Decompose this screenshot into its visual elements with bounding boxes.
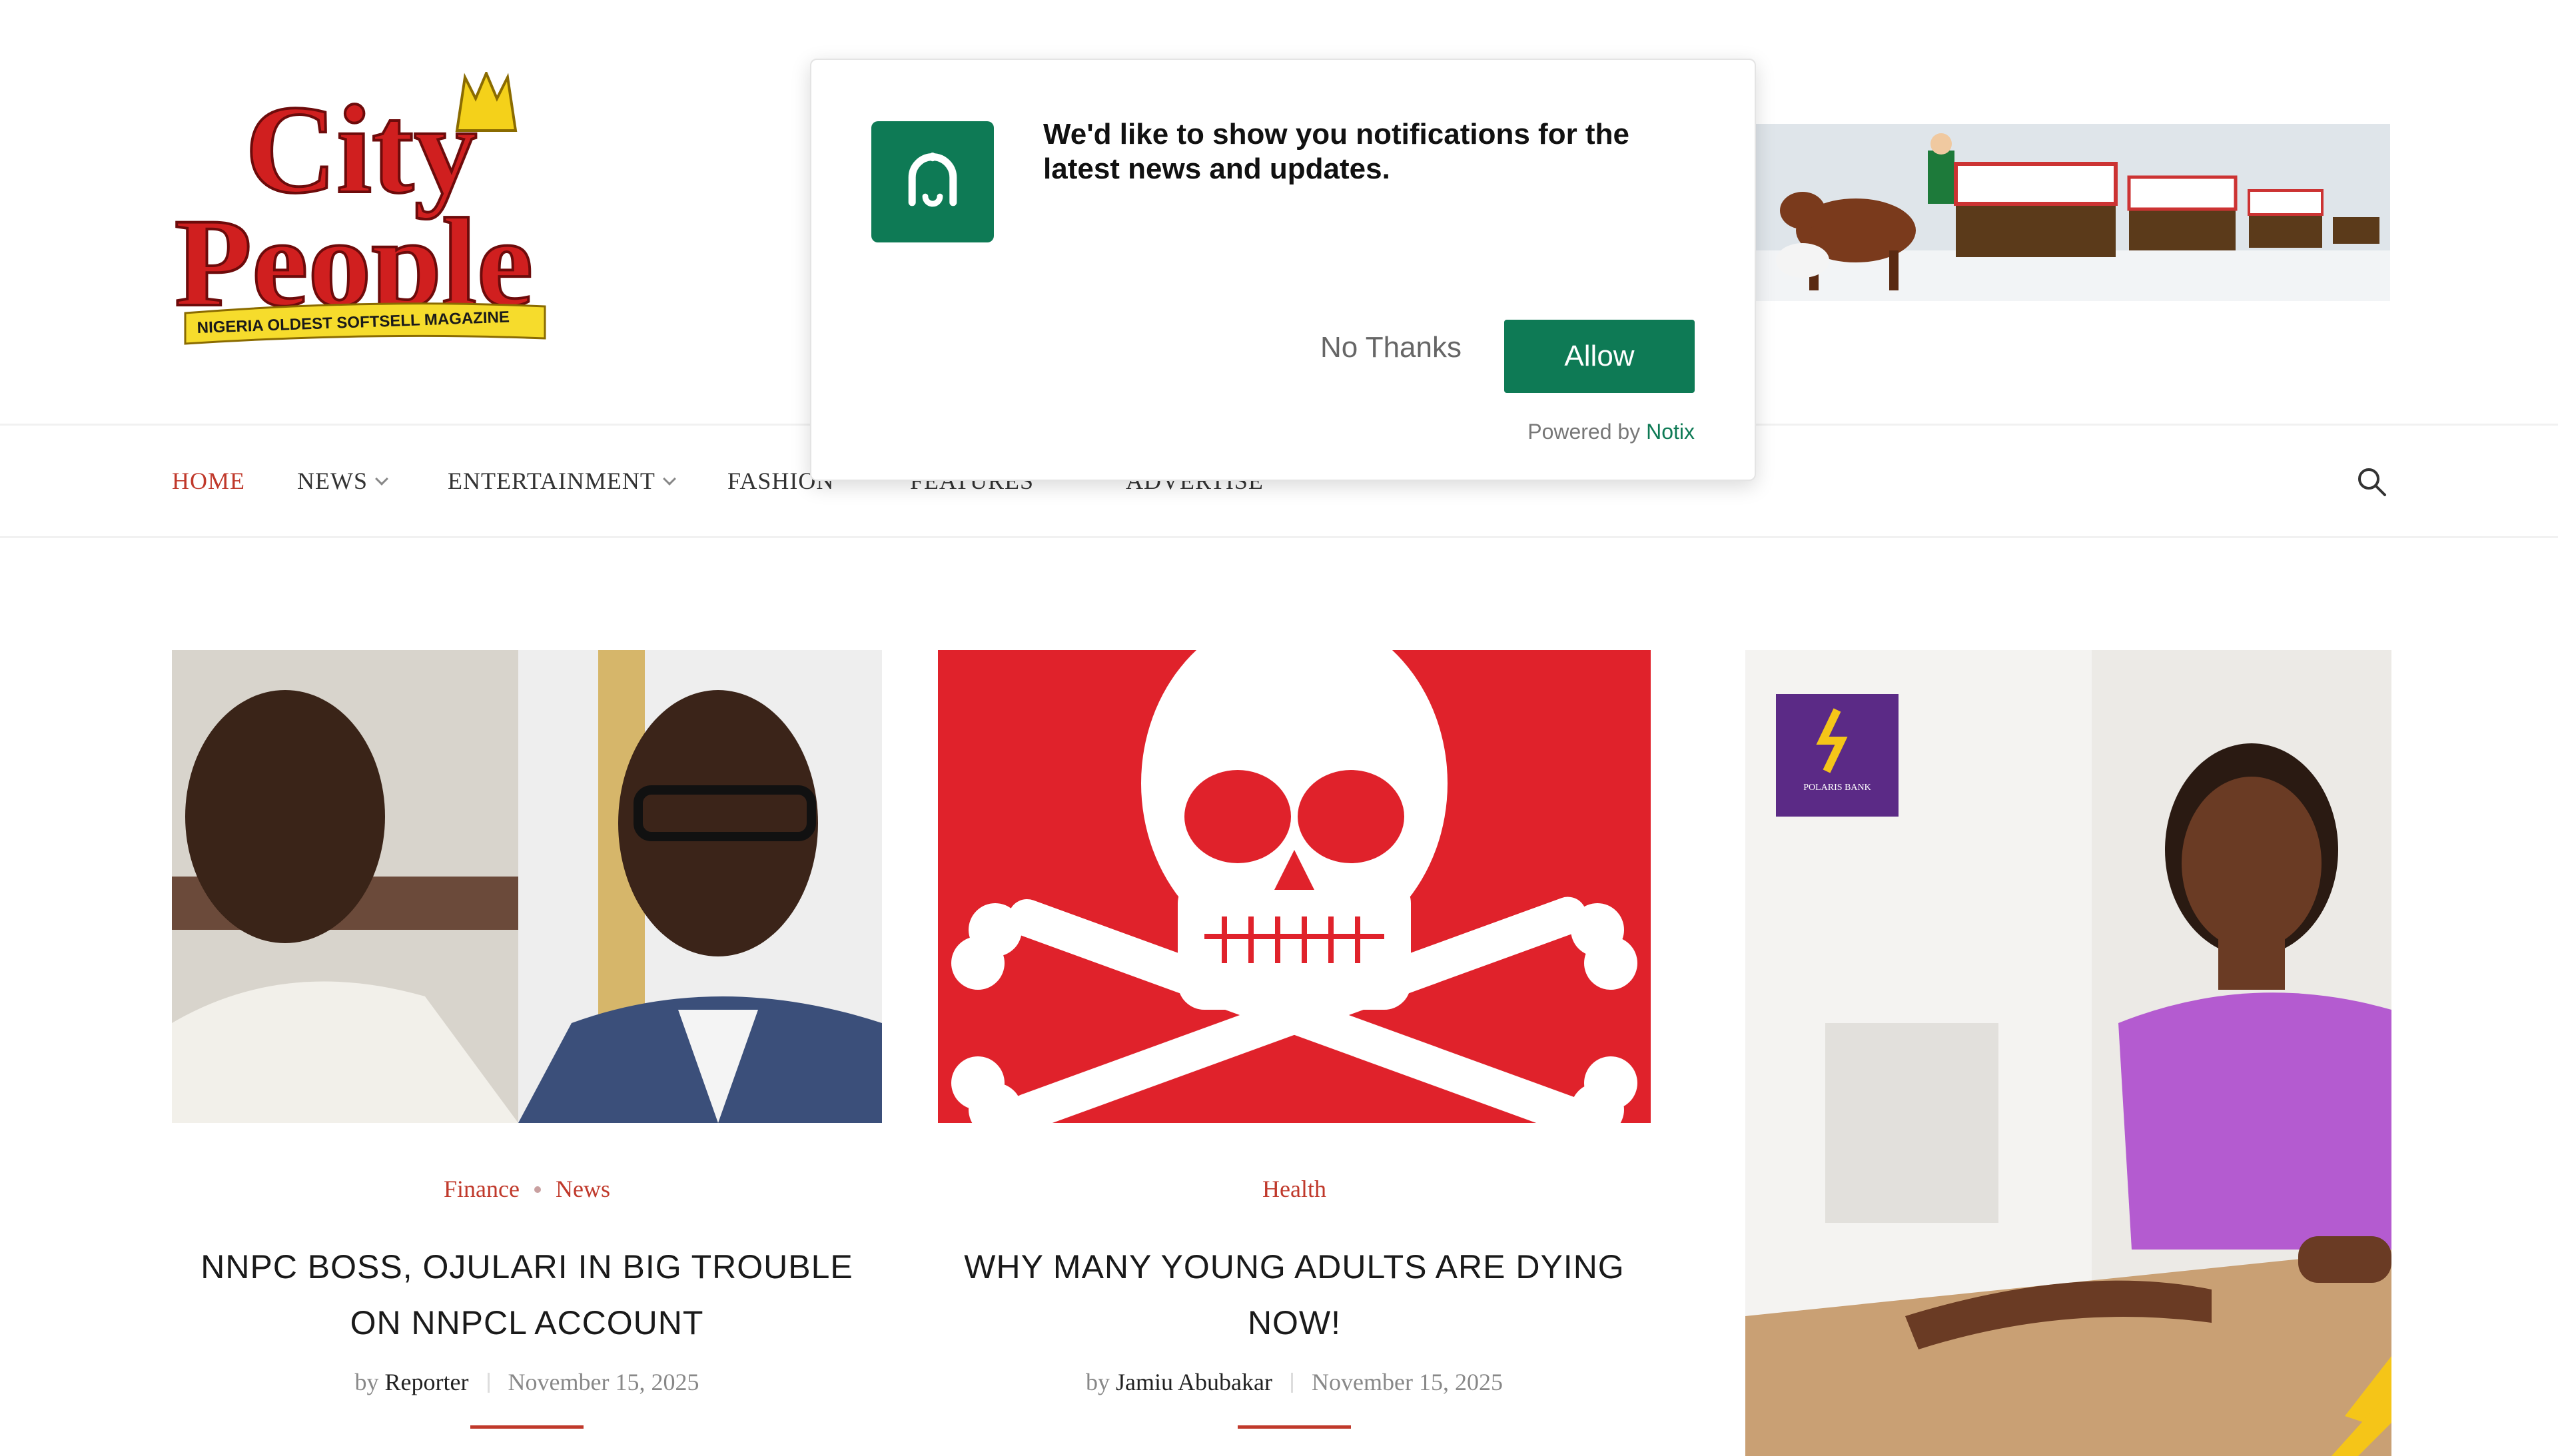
article-date: November 15, 2025 (508, 1369, 699, 1395)
article-author[interactable]: Jamiu Abubakar (1116, 1369, 1272, 1395)
popup-message: We'd like to show you notifications for … (1043, 118, 1629, 185)
category-link[interactable]: Health (1262, 1176, 1326, 1202)
byline-prefix: by (354, 1369, 379, 1395)
article-2-meta: by Jamiu Abubakar November 15, 2025 (938, 1368, 1651, 1396)
nav-news-label: NEWS (297, 468, 368, 494)
chevron-down-icon (375, 472, 388, 486)
nav-entertainment[interactable]: ENTERTAINMENT (448, 467, 676, 495)
site-logo[interactable]: City People NIGERIA OLDEST SOFTSELL MAGA… (172, 69, 651, 352)
search-icon[interactable] (2355, 466, 2387, 498)
article-1-title[interactable]: NNPC BOSS, OJULARI IN BIG TROUBLE ON NNP… (172, 1239, 882, 1351)
article-1-underline (470, 1425, 584, 1429)
category-separator (534, 1186, 541, 1193)
powered-by-brand[interactable]: Notix (1646, 420, 1695, 444)
article-date: November 15, 2025 (1312, 1369, 1503, 1395)
article-2-categories: Health (938, 1175, 1651, 1203)
logo-graphic: City People NIGERIA OLDEST SOFTSELL MAGA… (173, 69, 546, 345)
article-2-image[interactable] (938, 650, 1651, 1123)
article-1-meta: by Reporter November 15, 2025 (172, 1368, 882, 1396)
meta-separator (487, 1373, 490, 1393)
article-1-image[interactable] (172, 650, 882, 1123)
article-2-underline (1238, 1425, 1351, 1429)
meta-separator (1291, 1373, 1293, 1393)
article-1-categories: Finance News (172, 1175, 882, 1203)
category-link[interactable]: Finance (444, 1176, 520, 1202)
powered-by-prefix: Powered by (1527, 420, 1641, 444)
banner-ad-image (1756, 124, 2390, 301)
nav-entertainment-label: ENTERTAINMENT (448, 468, 655, 494)
notification-popup: We'd like to show you notifications for … (810, 59, 1756, 481)
powered-by: Powered by Notix (1527, 420, 1695, 444)
nav-home[interactable]: HOME (172, 467, 245, 495)
nav-news[interactable]: NEWS (297, 467, 388, 495)
article-author[interactable]: Reporter (385, 1369, 469, 1395)
top-banner-ad[interactable] (1756, 124, 2390, 301)
bell-icon (871, 121, 994, 242)
no-thanks-button[interactable]: No Thanks (1278, 321, 1504, 374)
allow-button[interactable]: Allow (1504, 320, 1695, 393)
category-link[interactable]: News (556, 1176, 610, 1202)
side-ad-image: POLARIS BANK (1745, 650, 2391, 1456)
byline-prefix: by (1086, 1369, 1110, 1395)
nav-home-label: HOME (172, 468, 245, 494)
chevron-down-icon (663, 472, 676, 486)
article-2-title[interactable]: WHY MANY YOUNG ADULTS ARE DYING NOW! (938, 1239, 1651, 1351)
side-ad-brand: POLARIS BANK (1803, 783, 1871, 793)
side-ad[interactable]: POLARIS BANK (1745, 650, 2391, 1456)
